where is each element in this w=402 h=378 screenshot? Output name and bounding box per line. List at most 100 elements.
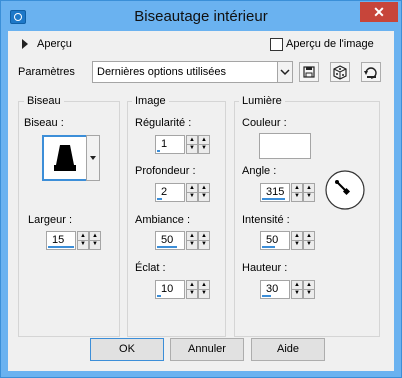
width-arrows[interactable]: ▲ ▼ [77, 231, 89, 250]
depth-value: 2 [161, 186, 168, 198]
smoothness-slider-arrows[interactable]: ▲ ▼ [198, 135, 210, 154]
bevel-shape-icon [54, 145, 76, 171]
angle-field[interactable]: 315 [260, 183, 290, 202]
light-color-swatch[interactable] [259, 133, 311, 159]
close-button[interactable]: ✕ [360, 2, 398, 22]
angle-spinner[interactable]: 315 ▲ ▼ ▲ ▼ [260, 183, 318, 202]
ambience-level-bar [157, 246, 177, 248]
checkbox-box[interactable] [270, 38, 283, 51]
spin-down-icon[interactable]: ▼ [304, 289, 314, 297]
ok-button[interactable]: OK [90, 338, 164, 361]
spin-down-icon[interactable]: ▼ [187, 240, 197, 248]
height-field[interactable]: 30 [260, 280, 290, 299]
image-preview-checkbox[interactable]: Aperçu de l'image [270, 37, 390, 51]
bevel-shape-picker[interactable] [42, 135, 88, 181]
intensity-slider-arrows[interactable]: ▲ ▼ [303, 231, 315, 250]
spin-down-icon[interactable]: ▼ [304, 240, 314, 248]
depth-arrows[interactable]: ▲ ▼ [186, 183, 198, 202]
title-bar[interactable]: Biseautage intérieur ✕ [1, 1, 401, 31]
shininess-spinner[interactable]: 10 ▲ ▼ ▲ ▼ [155, 280, 213, 299]
spin-down-icon[interactable]: ▼ [90, 240, 100, 248]
reset-button[interactable] [361, 62, 381, 82]
help-button[interactable]: Aide [251, 338, 325, 361]
dropdown-arrow-icon [90, 156, 96, 160]
spin-down-icon[interactable]: ▼ [187, 144, 197, 152]
window-title: Biseautage intérieur [134, 8, 268, 25]
shininess-arrows[interactable]: ▲ ▼ [186, 280, 198, 299]
light-group-title: Lumière [239, 95, 285, 107]
intensity-field[interactable]: 50 [260, 231, 290, 250]
save-preset-icon [303, 66, 315, 78]
ambience-spinner[interactable]: 50 ▲ ▼ ▲ ▼ [155, 231, 213, 250]
height-value: 30 [266, 283, 279, 295]
bevel-shape-dropdown[interactable] [86, 135, 100, 181]
spin-down-icon[interactable]: ▼ [292, 192, 302, 200]
depth-spinner[interactable]: 2 ▲ ▼ ▲ ▼ [155, 183, 213, 202]
spin-down-icon[interactable]: ▼ [199, 192, 209, 200]
smoothness-field[interactable]: 1 [155, 135, 185, 154]
presets-label: Paramètres [18, 66, 75, 78]
spin-down-icon[interactable]: ▼ [199, 144, 209, 152]
image-group-title: Image [132, 95, 169, 107]
spin-down-icon[interactable]: ▼ [292, 289, 302, 297]
ambience-arrows[interactable]: ▲ ▼ [186, 231, 198, 250]
dialog-window: Biseautage intérieur ✕ Aperçu Aperçu de … [0, 0, 402, 378]
spin-down-icon[interactable]: ▼ [199, 289, 209, 297]
height-level-bar [262, 295, 271, 297]
cancel-button[interactable]: Annuler [170, 338, 244, 361]
height-label: Hauteur : [242, 262, 288, 274]
depth-level-bar [157, 198, 162, 200]
ambience-value: 50 [161, 234, 174, 246]
width-level-bar [48, 246, 74, 248]
spin-down-icon[interactable]: ▼ [187, 289, 197, 297]
smoothness-arrows[interactable]: ▲ ▼ [186, 135, 198, 154]
width-value: 15 [52, 234, 65, 246]
save-preset-button[interactable] [299, 62, 319, 82]
height-arrows[interactable]: ▲ ▼ [291, 280, 303, 299]
color-label: Couleur : [242, 117, 287, 129]
presets-selected-value: Dernières options utilisées [97, 66, 227, 78]
angle-label: Angle : [242, 165, 277, 177]
depth-field[interactable]: 2 [155, 183, 185, 202]
spin-down-icon[interactable]: ▼ [78, 240, 88, 248]
intensity-level-bar [262, 246, 275, 248]
depth-label: Profondeur : [135, 165, 196, 177]
intensity-value: 50 [266, 234, 279, 246]
ambience-slider-arrows[interactable]: ▲ ▼ [198, 231, 210, 250]
presets-dropdown[interactable]: Dernières options utilisées [92, 61, 293, 83]
spin-down-icon[interactable]: ▼ [292, 240, 302, 248]
smoothness-value: 1 [161, 138, 168, 150]
bevel-label: Biseau : [24, 117, 64, 129]
shininess-field[interactable]: 10 [155, 280, 185, 299]
randomize-button[interactable] [330, 62, 350, 82]
depth-slider-arrows[interactable]: ▲ ▼ [198, 183, 210, 202]
height-slider-arrows[interactable]: ▲ ▼ [303, 280, 315, 299]
width-slider-arrows[interactable]: ▲ ▼ [89, 231, 101, 250]
angle-slider-arrows[interactable]: ▲ ▼ [303, 183, 315, 202]
width-spinner[interactable]: 15 ▲ ▼ ▲ ▼ [46, 231, 104, 250]
spin-down-icon[interactable]: ▼ [304, 192, 314, 200]
ambience-label: Ambiance : [135, 214, 191, 226]
image-preview-label: Aperçu de l'image [286, 38, 374, 50]
angle-arrows[interactable]: ▲ ▼ [291, 183, 303, 202]
spin-down-icon[interactable]: ▼ [187, 192, 197, 200]
width-field[interactable]: 15 [46, 231, 76, 250]
light-direction-dial[interactable] [324, 169, 366, 211]
height-spinner[interactable]: 30 ▲ ▼ ▲ ▼ [260, 280, 318, 299]
light-direction-dial-icon [325, 170, 365, 210]
spin-down-icon[interactable]: ▼ [199, 240, 209, 248]
angle-level-bar [262, 198, 285, 200]
intensity-label: Intensité : [242, 214, 290, 226]
dialog-body: Aperçu Aperçu de l'image Paramètres Dern… [8, 31, 394, 371]
shininess-slider-arrows[interactable]: ▲ ▼ [198, 280, 210, 299]
ambience-field[interactable]: 50 [155, 231, 185, 250]
dropdown-arrow-icon[interactable] [277, 62, 292, 82]
smoothness-level-bar [157, 150, 160, 152]
preview-toggle-label: Aperçu [37, 38, 72, 50]
smoothness-spinner[interactable]: 1 ▲ ▼ ▲ ▼ [155, 135, 213, 154]
expand-arrow-icon [22, 39, 28, 49]
intensity-spinner[interactable]: 50 ▲ ▼ ▲ ▼ [260, 231, 318, 250]
intensity-arrows[interactable]: ▲ ▼ [291, 231, 303, 250]
shininess-value: 10 [161, 283, 174, 295]
shininess-label: Éclat : [135, 262, 166, 274]
